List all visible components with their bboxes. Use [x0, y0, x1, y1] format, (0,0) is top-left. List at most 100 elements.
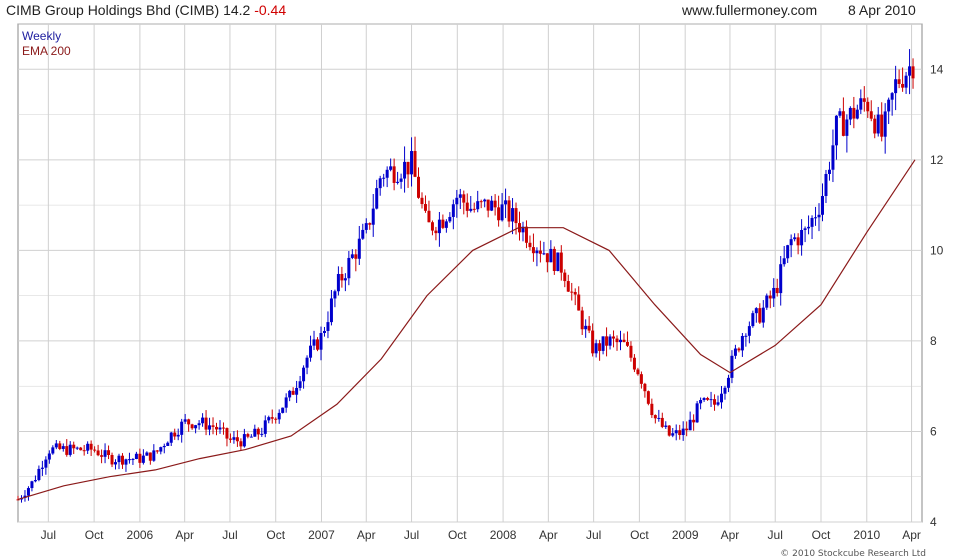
candle-up	[382, 177, 386, 179]
candle-up	[699, 400, 703, 404]
candle-down	[622, 339, 626, 342]
y-tick-label: 8	[930, 334, 937, 348]
candle-down	[270, 417, 274, 419]
candle-down	[587, 325, 591, 331]
candle-up	[378, 178, 382, 189]
y-tick-label: 6	[930, 424, 937, 438]
candle-up	[437, 219, 441, 234]
candle-down	[678, 430, 682, 436]
candle-down	[434, 230, 438, 234]
candle-up	[765, 295, 769, 308]
x-tick-label: Jul	[768, 528, 783, 542]
legend-ema-200: EMA 200	[22, 44, 71, 58]
candle-down	[256, 428, 260, 435]
candle-up	[232, 437, 236, 440]
candle-up	[389, 166, 393, 170]
candle-up	[608, 336, 612, 346]
candle-down	[225, 428, 229, 439]
candle-down	[737, 348, 741, 351]
candle-up	[295, 387, 299, 395]
candle-down	[636, 369, 640, 375]
candle-up	[483, 199, 487, 202]
candle-down	[246, 434, 250, 437]
candle-up	[824, 173, 828, 197]
candle-up	[288, 390, 292, 398]
candle-up	[814, 217, 818, 219]
candle-up	[131, 458, 135, 460]
candle-up	[845, 119, 849, 136]
candle-up	[309, 345, 313, 358]
candle-up	[716, 402, 720, 405]
x-tick-label: Jul	[586, 528, 601, 542]
candle-down	[79, 447, 83, 451]
candle-down	[368, 223, 372, 225]
candle-up	[326, 322, 330, 331]
candle-up	[511, 208, 515, 222]
candle-down	[221, 427, 225, 429]
candle-up	[194, 425, 198, 429]
candle-up	[883, 111, 887, 137]
candle-up	[855, 109, 859, 119]
candle-up	[681, 428, 685, 436]
candle-up	[556, 252, 560, 271]
x-tick-label: Oct	[85, 528, 104, 542]
candle-up	[30, 481, 34, 489]
candle-down	[465, 202, 469, 211]
candle-down	[573, 291, 577, 295]
candle-up	[772, 287, 776, 299]
x-tick-label: 2010	[853, 528, 880, 542]
candle-up	[396, 181, 400, 183]
candle-down	[120, 455, 124, 465]
candle-up	[786, 245, 790, 259]
candle-down	[514, 208, 518, 224]
candle-up	[789, 239, 793, 246]
candle-up	[51, 447, 55, 454]
candle-down	[660, 417, 664, 427]
x-tick-label: Oct	[266, 528, 285, 542]
x-tick-label: Apr	[721, 528, 740, 542]
candle-down	[713, 399, 717, 405]
candle-up	[688, 419, 692, 431]
x-tick-label: 2009	[672, 528, 699, 542]
candle-up	[242, 434, 246, 447]
candle-up	[361, 229, 365, 239]
candle-up	[336, 273, 340, 292]
candle-up	[761, 307, 765, 323]
candle-down	[211, 425, 215, 427]
y-tick-label: 12	[930, 153, 944, 167]
candle-up	[504, 200, 508, 205]
candle-up	[103, 450, 107, 457]
x-tick-label: Apr	[357, 528, 376, 542]
candle-down	[796, 237, 800, 246]
candle-up	[298, 381, 302, 388]
candle-down	[497, 207, 501, 221]
candle-down	[538, 250, 542, 254]
candle-up	[807, 226, 811, 229]
candle-down	[685, 428, 689, 431]
candle-up	[312, 339, 316, 346]
candle-down	[625, 341, 629, 346]
candle-down	[58, 443, 62, 449]
candle-up	[267, 417, 271, 421]
candle-up	[197, 423, 201, 426]
candle-up	[451, 204, 455, 217]
candle-down	[96, 450, 100, 456]
candle-down	[566, 281, 570, 292]
candle-down	[570, 291, 574, 293]
candle-down	[427, 210, 431, 223]
candle-down	[493, 200, 497, 208]
x-tick-label: Jul	[404, 528, 419, 542]
candle-down	[852, 107, 856, 119]
candle-up	[260, 433, 264, 435]
candle-up	[75, 447, 79, 449]
x-tick-label: 2008	[490, 528, 517, 542]
candle-down	[869, 111, 873, 119]
candle-up	[834, 115, 838, 146]
candle-up	[26, 488, 30, 496]
candle-up	[40, 467, 44, 469]
candle-up	[114, 462, 118, 465]
x-tick-label: Apr	[902, 528, 921, 542]
x-tick-label: Oct	[812, 528, 831, 542]
candle-up	[542, 253, 546, 255]
candle-down	[107, 450, 111, 456]
